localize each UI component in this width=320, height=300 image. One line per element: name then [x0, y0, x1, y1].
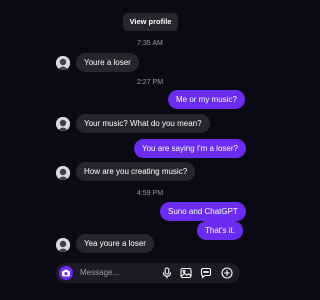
image-icon[interactable]: [180, 267, 192, 279]
avatar-image: [56, 166, 70, 180]
plus-icon[interactable]: [221, 267, 233, 279]
avatar-image: [56, 238, 70, 252]
chat-screen: View profile 7:35 AM Youre a loser 2:27 …: [0, 0, 300, 300]
avatar-image: [56, 56, 70, 70]
message-incoming[interactable]: How are you creating music?: [76, 162, 196, 181]
message-outgoing[interactable]: Suno and ChatGPT: [160, 202, 246, 221]
avatar: [56, 166, 70, 180]
timestamp-3: 4:59 PM: [136, 190, 164, 197]
timestamp-2: 2:27 PM: [136, 79, 164, 86]
avatar-image: [56, 117, 70, 131]
avatar: [56, 238, 70, 252]
message-outgoing[interactable]: That's it.: [197, 221, 243, 240]
view-profile-button[interactable]: View profile: [123, 13, 178, 31]
message-incoming[interactable]: Yea youre a loser: [76, 234, 154, 253]
avatar: [56, 56, 70, 70]
message-input[interactable]: Message...: [80, 263, 119, 283]
camera-icon[interactable]: [59, 266, 73, 280]
timestamp-1: 7:35 AM: [137, 40, 163, 47]
sticker-icon[interactable]: [200, 267, 212, 279]
message-outgoing[interactable]: You are saying I'm a loser?: [134, 139, 246, 158]
avatar: [56, 117, 70, 131]
message-outgoing[interactable]: Me or my music?: [168, 90, 245, 109]
microphone-icon[interactable]: [161, 267, 173, 279]
message-incoming[interactable]: Youre a loser: [76, 53, 139, 72]
message-composer[interactable]: Message...: [56, 263, 240, 283]
message-incoming[interactable]: Your music? What do you mean?: [76, 114, 210, 133]
